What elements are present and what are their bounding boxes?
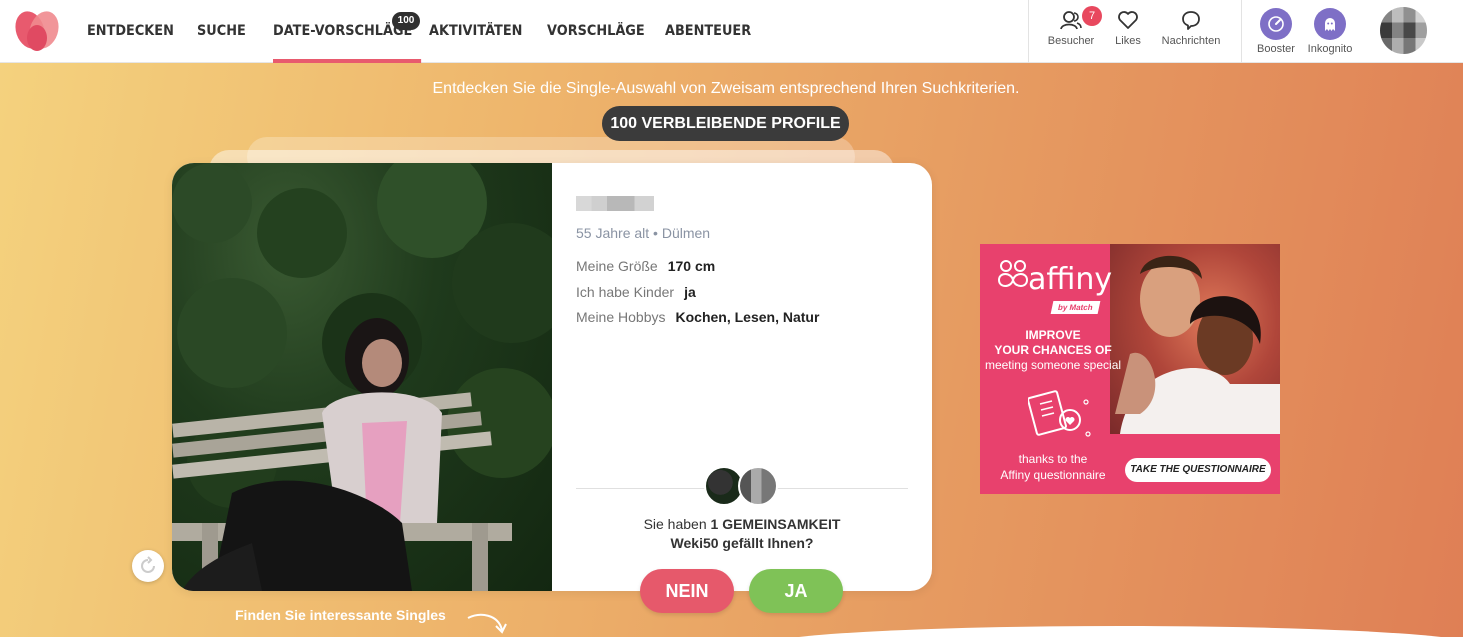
- ad-headline-line2: YOUR CHANCES OF: [994, 343, 1112, 357]
- attribute-label: Meine Größe: [576, 258, 658, 274]
- booster-button[interactable]: Booster: [1254, 8, 1298, 55]
- date-suggestions-count-badge: 100: [392, 12, 420, 30]
- match-avatar-small: [738, 466, 778, 506]
- top-navigation-bar: ENTDECKEN SUCHE DATE-VORSCHLÄGE 100 AKTI…: [0, 0, 1463, 63]
- heart-icon: [1118, 11, 1138, 29]
- likes-label: Likes: [1115, 35, 1141, 47]
- profile-info: 55 Jahre alt • Dülmen Meine Größe 170 cm …: [576, 163, 908, 591]
- affiny-advertisement[interactable]: affiny by Match IMPROVE YOUR CHANCES OF …: [980, 244, 1280, 494]
- undo-button[interactable]: [132, 550, 164, 582]
- profile-photo[interactable]: [172, 163, 572, 591]
- ad-small-line1: thanks to the: [1018, 452, 1088, 466]
- ad-couple-photo: [1110, 244, 1280, 434]
- no-button[interactable]: NEIN: [640, 569, 734, 613]
- user-avatar[interactable]: [1380, 7, 1427, 54]
- yes-button[interactable]: JA: [749, 569, 843, 613]
- profile-name-blurred: [576, 196, 654, 211]
- questionnaire-icon: [1028, 390, 1091, 437]
- attribute-children: Ich habe Kinder ja: [576, 284, 696, 300]
- messages-button[interactable]: Nachrichten: [1158, 8, 1224, 47]
- nav-item-aktivitaeten[interactable]: AKTIVITÄTEN: [429, 0, 522, 63]
- attribute-label: Ich habe Kinder: [576, 284, 675, 300]
- ghost-icon: [1314, 8, 1346, 40]
- affiny-infinity-logo-icon: [997, 260, 1029, 287]
- visitors-icon: [1060, 11, 1082, 30]
- messages-label: Nachrichten: [1161, 35, 1221, 47]
- bottom-wave: [760, 626, 1463, 637]
- like-question: Weki50 gefällt Ihnen?: [670, 535, 814, 551]
- likes-button[interactable]: Likes: [1110, 8, 1146, 47]
- age-and-city: 55 Jahre alt • Dülmen: [576, 225, 711, 241]
- curved-arrow-icon: [467, 613, 507, 634]
- ad-headline: IMPROVE YOUR CHANCES OF meeting someone …: [980, 328, 1126, 373]
- incognito-button[interactable]: Inkognito: [1304, 8, 1356, 55]
- common-prefix: Sie haben: [643, 516, 711, 532]
- nav-item-abenteuer[interactable]: ABENTEUER: [665, 0, 751, 63]
- ad-brand-name: affiny: [1028, 262, 1113, 297]
- nav-item-entdecken[interactable]: ENTDECKEN: [87, 0, 174, 63]
- ad-small-line2: Affiny questionnaire: [1000, 468, 1106, 482]
- ad-questionnaire-button[interactable]: TAKE THE QUESTIONNAIRE: [1125, 458, 1271, 482]
- booster-icon: [1260, 8, 1292, 40]
- intro-text: Entdecken Sie die Single-Auswahl von Zwe…: [432, 80, 1020, 97]
- common-interests-text: Sie haben 1 GEMEINSAMKEIT Weki50 gefällt…: [576, 515, 908, 553]
- visitors-count-badge: 7: [1082, 6, 1102, 26]
- booster-label: Booster: [1257, 43, 1295, 55]
- nav-item-suche[interactable]: SUCHE: [197, 0, 246, 63]
- ad-by-match: by Match: [1050, 301, 1101, 314]
- ad-small-text: thanks to the Affiny questionnaire: [980, 451, 1126, 483]
- find-singles-hint: Finden Sie interessante Singles: [235, 607, 446, 623]
- visitors-label: Besucher: [1047, 35, 1095, 47]
- nav-item-vorschlaege[interactable]: VORSCHLÄGE: [547, 0, 645, 63]
- common-count[interactable]: 1 GEMEINSAMKEIT: [711, 516, 841, 532]
- incognito-label: Inkognito: [1307, 43, 1353, 55]
- attribute-value: 170 cm: [667, 258, 716, 274]
- attribute-hobbies: Meine Hobbys Kochen, Lesen, Natur: [576, 309, 819, 325]
- nav-item-date-vorschlaege[interactable]: DATE-VORSCHLÄGE: [273, 0, 422, 63]
- undo-icon: [141, 556, 155, 573]
- attribute-value: ja: [684, 284, 696, 300]
- ad-headline-line1: IMPROVE: [1025, 328, 1081, 342]
- remaining-profiles-badge: 100 VERBLEIBENDE PROFILE: [602, 106, 849, 141]
- ad-headline-line3: meeting someone special: [984, 358, 1122, 372]
- toolbar-divider: [1241, 0, 1242, 63]
- chat-bubble-icon: [1182, 11, 1200, 30]
- attribute-height: Meine Größe 170 cm: [576, 258, 715, 274]
- attribute-value: Kochen, Lesen, Natur: [675, 309, 820, 325]
- zweisam-logo-icon[interactable]: [14, 10, 60, 52]
- toolbar-divider: [1028, 0, 1029, 63]
- profile-card: 55 Jahre alt • Dülmen Meine Größe 170 cm …: [172, 163, 932, 591]
- attribute-label: Meine Hobbys: [576, 309, 666, 325]
